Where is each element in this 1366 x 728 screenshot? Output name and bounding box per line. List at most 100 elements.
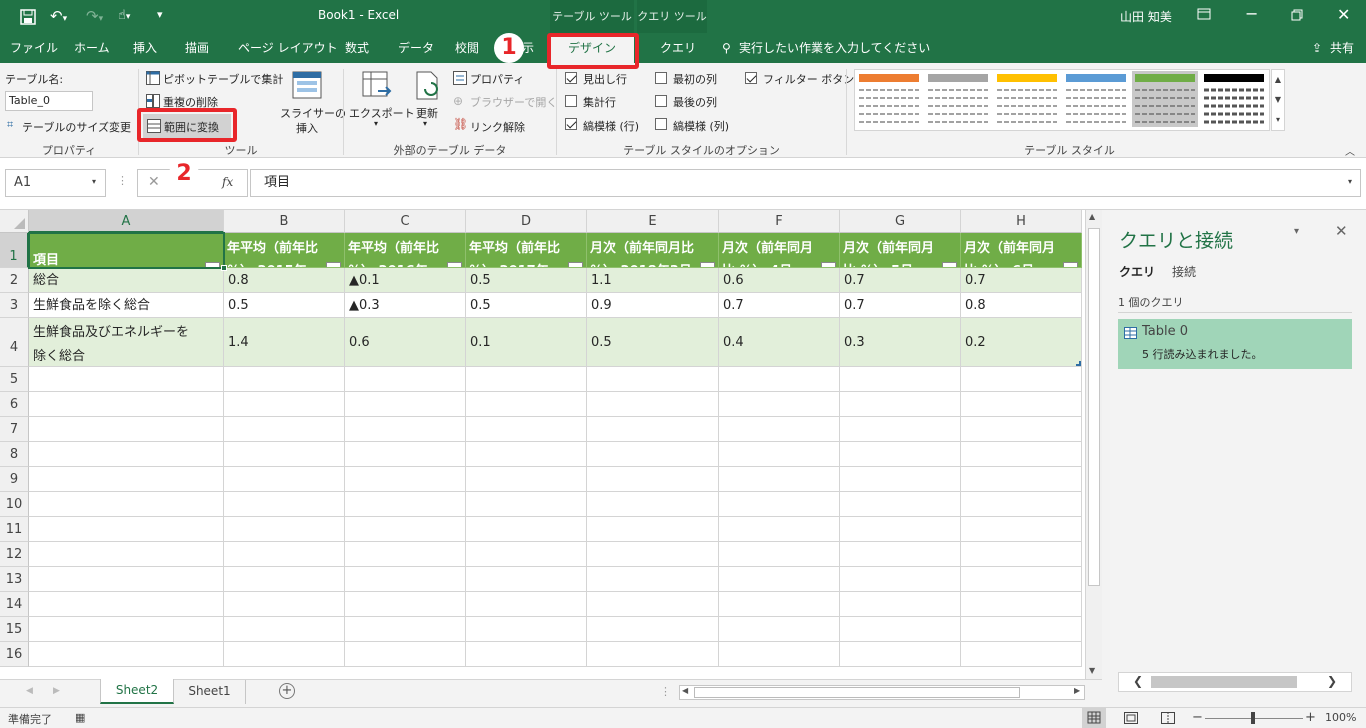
empty-cell[interactable]	[961, 592, 1082, 617]
refresh-dropdown-icon[interactable]: ▾	[423, 119, 427, 128]
fill-handle[interactable]	[221, 265, 227, 271]
zoom-in-icon[interactable]: +	[1305, 710, 1316, 725]
empty-cell[interactable]	[345, 642, 466, 667]
minimize-icon[interactable]: −	[1245, 4, 1258, 23]
empty-cell[interactable]	[961, 617, 1082, 642]
next-sheet-icon[interactable]: ▶	[53, 686, 60, 696]
zoom-level[interactable]: 100%	[1325, 711, 1356, 724]
empty-cell[interactable]	[224, 442, 345, 467]
empty-cell[interactable]	[224, 467, 345, 492]
empty-cell[interactable]	[29, 467, 224, 492]
empty-cell[interactable]	[587, 567, 719, 592]
empty-cell[interactable]	[840, 392, 961, 417]
table-cell[interactable]: 0.5	[466, 293, 587, 318]
header-row-checkbox[interactable]	[565, 72, 577, 84]
empty-cell[interactable]	[587, 392, 719, 417]
collapse-ribbon-icon[interactable]: ︿	[1345, 143, 1355, 158]
table-header-cell[interactable]: 年平均（前年比 ％） 2015年	[224, 233, 345, 268]
empty-cell[interactable]	[587, 592, 719, 617]
empty-cell[interactable]	[961, 517, 1082, 542]
table-cell[interactable]: 0.5	[466, 268, 587, 293]
table-cell[interactable]: 0.7	[840, 293, 961, 318]
empty-cell[interactable]	[29, 542, 224, 567]
select-all-button[interactable]	[0, 210, 29, 233]
query-item[interactable]: Table 0 5 行読み込まれました。	[1118, 319, 1352, 369]
table-header-cell[interactable]: 月次（前年同月比 ％） 6月	[961, 233, 1082, 268]
empty-cell[interactable]	[224, 542, 345, 567]
slicer-label-line1[interactable]: スライサーの	[280, 105, 346, 121]
empty-cell[interactable]	[719, 467, 840, 492]
horizontal-scrollbar[interactable]: ◀ ▶	[679, 685, 1085, 700]
sheet-tab-sheet1[interactable]: Sheet1	[174, 680, 246, 704]
empty-cell[interactable]	[345, 492, 466, 517]
table-cell[interactable]: 0.5	[224, 293, 345, 318]
formula-input[interactable]: 項目	[250, 169, 1361, 197]
cancel-entry-icon[interactable]: ✕	[148, 174, 160, 190]
table-header-cell[interactable]: 項目	[29, 233, 224, 268]
empty-cell[interactable]	[29, 592, 224, 617]
table-header-cell[interactable]: 月次（前年同月比 ％） 2018年3月	[587, 233, 719, 268]
ribbon-display-icon[interactable]	[1197, 8, 1211, 20]
table-resize-handle[interactable]	[1076, 361, 1081, 366]
empty-cell[interactable]	[719, 617, 840, 642]
empty-cell[interactable]	[587, 492, 719, 517]
empty-cell[interactable]	[345, 392, 466, 417]
empty-cell[interactable]	[587, 642, 719, 667]
properties-button[interactable]: プロパティ	[470, 71, 524, 87]
column-header-b[interactable]: B	[224, 210, 345, 233]
column-header-h[interactable]: H	[961, 210, 1082, 233]
empty-cell[interactable]	[719, 442, 840, 467]
table-style-gallery[interactable]	[854, 69, 1270, 131]
tab-page-layout[interactable]: ページ レイアウト	[238, 33, 338, 63]
empty-cell[interactable]	[961, 467, 1082, 492]
empty-cell[interactable]	[29, 617, 224, 642]
scroll-left-icon[interactable]: ◀	[682, 686, 688, 695]
empty-cell[interactable]	[961, 392, 1082, 417]
table-cell[interactable]: 0.6	[719, 268, 840, 293]
table-cell[interactable]: 1.4	[224, 318, 345, 367]
tab-connections[interactable]: 接続	[1172, 263, 1196, 280]
empty-cell[interactable]	[840, 417, 961, 442]
row-header-3[interactable]: 3	[0, 293, 29, 318]
table-cell[interactable]: 0.7	[719, 293, 840, 318]
tab-data[interactable]: データ	[398, 33, 434, 63]
tab-file[interactable]: ファイル	[10, 33, 58, 63]
empty-cell[interactable]	[587, 617, 719, 642]
column-header-d[interactable]: D	[466, 210, 587, 233]
empty-cell[interactable]	[587, 517, 719, 542]
banded-rows-checkbox[interactable]	[565, 118, 577, 130]
empty-cell[interactable]	[719, 392, 840, 417]
banded-columns-checkbox[interactable]	[655, 118, 667, 130]
empty-cell[interactable]	[840, 492, 961, 517]
table-cell[interactable]: 0.8	[961, 293, 1082, 318]
tab-queries[interactable]: クエリ	[1119, 263, 1155, 280]
empty-cell[interactable]	[719, 592, 840, 617]
row-header-12[interactable]: 12	[0, 542, 29, 567]
touch-mode-icon[interactable]: ☝▾	[118, 8, 130, 23]
empty-cell[interactable]	[345, 367, 466, 392]
row-header-5[interactable]: 5	[0, 367, 29, 392]
tab-draw[interactable]: 描画	[185, 33, 209, 63]
table-style-thumbnail[interactable]	[1204, 74, 1264, 124]
name-box[interactable]: A1	[5, 169, 106, 197]
column-header-c[interactable]: C	[345, 210, 466, 233]
empty-cell[interactable]	[466, 642, 587, 667]
row-header-2[interactable]: 2	[0, 268, 29, 293]
normal-view-button[interactable]	[1082, 708, 1106, 728]
table-cell[interactable]: 0.6	[345, 318, 466, 367]
table-style-thumbnail[interactable]	[1132, 71, 1198, 127]
pane-scroll-thumb[interactable]	[1151, 676, 1297, 688]
pane-options-icon[interactable]: ▾	[1294, 226, 1299, 237]
horizontal-scroll-thumb[interactable]	[694, 687, 1020, 698]
row-header-8[interactable]: 8	[0, 442, 29, 467]
table-name-input[interactable]: Table_0	[5, 91, 93, 111]
empty-cell[interactable]	[224, 617, 345, 642]
column-header-g[interactable]: G	[840, 210, 961, 233]
empty-cell[interactable]	[466, 592, 587, 617]
empty-cell[interactable]	[961, 642, 1082, 667]
table-cell[interactable]: 0.2	[961, 318, 1082, 367]
customize-qat-icon[interactable]: ▾	[157, 8, 163, 21]
table-cell[interactable]: 0.9	[587, 293, 719, 318]
empty-cell[interactable]	[345, 567, 466, 592]
table-style-thumbnails[interactable]	[855, 70, 1269, 130]
